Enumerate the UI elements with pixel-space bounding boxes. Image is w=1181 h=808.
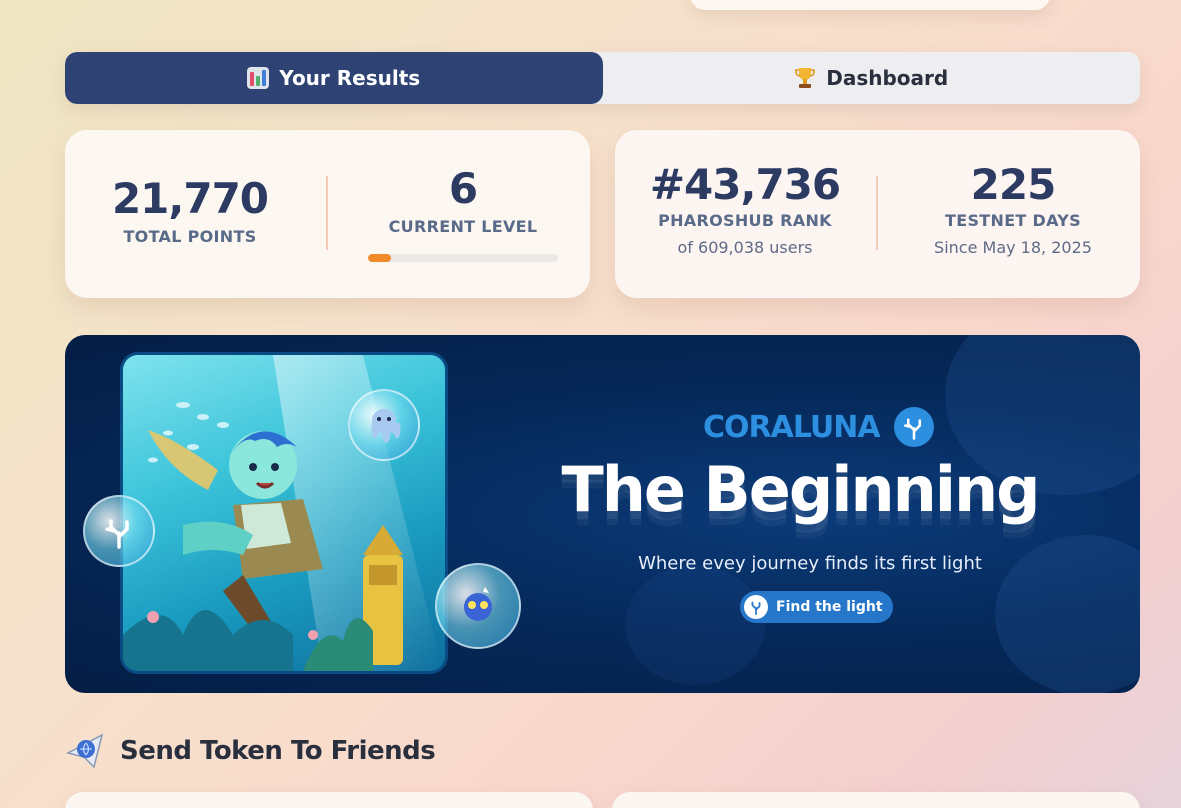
total-points-label: TOTAL POINTS [123, 227, 257, 246]
brand-row: CORALUNA [703, 407, 934, 447]
section-title: Send Token To Friends [120, 736, 436, 766]
brand-name: CORALUNA [703, 409, 881, 445]
current-level-label: CURRENT LEVEL [388, 217, 538, 236]
testnet-days-label: TESTNET DAYS [945, 211, 1081, 230]
coral-logo-icon [893, 407, 934, 447]
total-points-value: 21,770 [111, 174, 269, 223]
coral-bubble [83, 495, 155, 567]
rank-value: #43,736 [649, 160, 841, 209]
card-divider [326, 176, 328, 250]
level-progress-fill [368, 254, 391, 262]
rank-subtext: of 609,038 users [677, 238, 813, 257]
tab-label: Dashboard [826, 66, 949, 90]
send-token-card[interactable] [612, 792, 1140, 808]
coral-icon [744, 595, 768, 619]
results-tabs: Your Results Dashboard [65, 52, 1140, 104]
banner-headline: The Beginning [561, 453, 1040, 526]
bar-chart-icon [247, 67, 270, 89]
octopus-bubble [348, 389, 420, 461]
current-level-stat: 6 CURRENT LEVEL [363, 164, 563, 262]
coral-shape [625, 565, 765, 685]
paper-plane-icon [66, 733, 104, 769]
tab-label: Your Results [279, 66, 421, 90]
previous-card-edge [690, 0, 1050, 10]
banner-tagline: Where evey journey finds its first light [638, 553, 982, 574]
sea-creature-icon [464, 587, 492, 621]
find-the-light-button[interactable]: Find the light [740, 591, 893, 623]
rank-days-card: #43,736 PHAROSHUB RANK of 609,038 users … [615, 130, 1140, 298]
testnet-days-stat: 225 TESTNET DAYS Since May 18, 2025 [903, 160, 1123, 257]
points-level-card: 21,770 TOTAL POINTS 6 CURRENT LEVEL [65, 130, 590, 298]
coraluna-banner[interactable]: CORALUNA The Beginning Where evey journe… [65, 335, 1140, 693]
current-level-value: 6 [448, 164, 478, 213]
send-token-card[interactable] [65, 792, 593, 808]
trophy-icon [795, 68, 816, 88]
total-points-stat: 21,770 TOTAL POINTS [95, 174, 285, 246]
card-divider [876, 176, 878, 250]
level-progress-bar [368, 254, 558, 262]
tab-dashboard[interactable]: Dashboard [603, 52, 1141, 104]
coral-icon [105, 519, 129, 549]
rank-stat: #43,736 PHAROSHUB RANK of 609,038 users [635, 160, 855, 257]
testnet-days-value: 225 [970, 160, 1057, 209]
tab-your-results[interactable]: Your Results [65, 52, 603, 104]
creature-bubble [435, 563, 521, 649]
octopus-icon [371, 409, 401, 443]
cta-label: Find the light [776, 599, 883, 615]
send-token-section-header: Send Token To Friends [66, 733, 436, 769]
rank-label: PHAROSHUB RANK [658, 211, 832, 230]
testnet-days-subtext: Since May 18, 2025 [934, 238, 1092, 257]
